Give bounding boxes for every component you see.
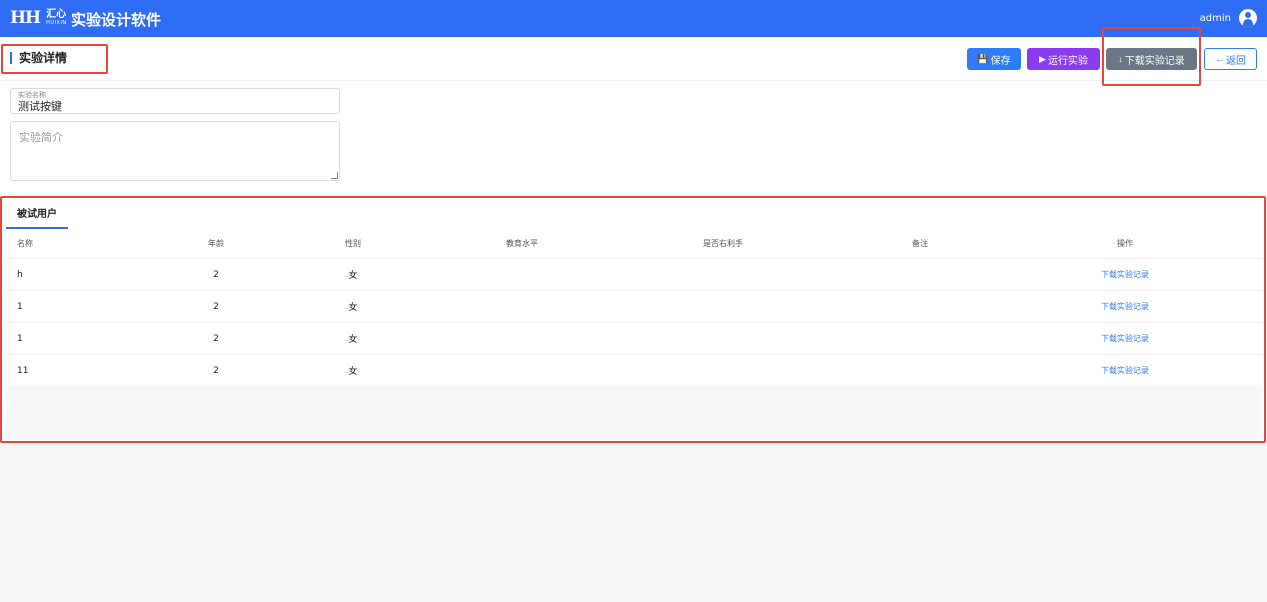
experiment-detail-panel: 实验详情 💾 保存 ▶ 运行实验 ↓ 下载实验记录 ← 返回 实验名称 测试按键… — [0, 27, 1267, 194]
user-avatar-icon[interactable] — [1239, 9, 1257, 27]
app-logo[interactable]: HH 汇心 HUIXIN — [10, 8, 67, 28]
run-button-label: 运行实验 — [1047, 55, 1088, 67]
logo-mark: HH — [10, 8, 41, 28]
back-button[interactable]: ← 返回 — [1204, 48, 1257, 70]
experiment-name-value[interactable]: 测试按键 — [18, 98, 62, 114]
users-highlight-box — [0, 196, 1266, 443]
arrow-left-icon: ← — [1215, 54, 1224, 64]
resize-handle-icon[interactable] — [331, 172, 338, 179]
experiment-description-placeholder: 实验简介 — [19, 131, 63, 144]
top-bar: HH 汇心 HUIXIN 实验设计软件 admin — [0, 0, 1267, 37]
save-button-label: 保存 — [990, 55, 1011, 67]
save-icon: 💾 — [977, 53, 989, 64]
download-highlight-box — [1102, 27, 1201, 86]
play-circle-icon: ▶ — [1039, 53, 1046, 64]
user-menu[interactable]: admin — [1200, 9, 1257, 27]
save-button[interactable]: 💾 保存 — [967, 48, 1021, 70]
username: admin — [1199, 12, 1231, 24]
title-highlight-box — [1, 44, 108, 74]
experiment-description-field[interactable]: 实验简介 — [10, 121, 340, 181]
logo-text: 汇心 HUIXIN — [46, 10, 67, 26]
app-title: 实验设计软件 — [71, 11, 162, 29]
logo-cn: 汇心 — [46, 9, 67, 20]
back-button-label: 返回 — [1226, 55, 1246, 67]
experiment-name-field[interactable]: 实验名称 测试按键 — [10, 88, 340, 114]
logo-en: HUIXIN — [46, 20, 67, 26]
run-experiment-button[interactable]: ▶ 运行实验 — [1027, 48, 1100, 70]
detail-header: 实验详情 💾 保存 ▶ 运行实验 ↓ 下载实验记录 ← 返回 — [0, 27, 1267, 86]
